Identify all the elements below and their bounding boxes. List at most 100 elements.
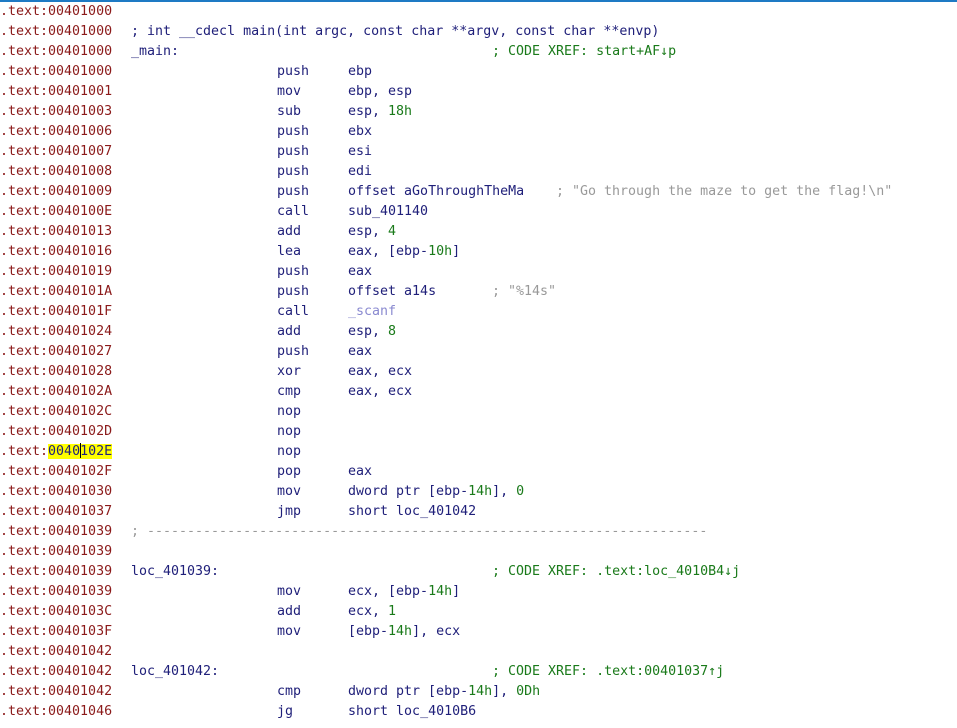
instruction-mnemonic[interactable]: nop	[277, 442, 301, 462]
instruction-operands[interactable]: eax	[348, 262, 372, 282]
instruction-mnemonic[interactable]: add	[277, 322, 301, 342]
disasm-line[interactable]: .text:00401024 add esp, 8	[0, 322, 957, 342]
disasm-line[interactable]: .text:00401007 push esi	[0, 142, 957, 162]
disasm-line[interactable]: .text:0040102D nop	[0, 422, 957, 442]
operand-token[interactable]: loc_401042	[396, 504, 476, 519]
instruction-operands[interactable]: eax, ecx	[348, 362, 412, 382]
instruction-mnemonic[interactable]: push	[277, 142, 309, 162]
line-address[interactable]: .text:0040101F	[0, 302, 112, 322]
disasm-line[interactable]: .text:00401000 ; int __cdecl main(int arg…	[0, 22, 957, 42]
line-address[interactable]: .text:0040102A	[0, 382, 112, 402]
line-address[interactable]: .text:00401008	[0, 162, 112, 182]
code-label[interactable]: loc_401042:	[131, 662, 219, 682]
instruction-operands[interactable]: [ebp-14h], ecx	[348, 622, 460, 642]
disasm-line[interactable]: .text:0040101A push offset a14s ; "%14s"	[0, 282, 957, 302]
instruction-operands[interactable]: offset a14s	[348, 282, 436, 302]
disasm-line[interactable]: .text:00401046 jg short loc_4010B6	[0, 702, 957, 722]
disasm-line[interactable]: .text:00401000 _main: ; CODE XREF: start+A…	[0, 42, 957, 62]
instruction-operands[interactable]: eax, [ebp-10h]	[348, 242, 460, 262]
disasm-line[interactable]: .text:0040102C nop	[0, 402, 957, 422]
disasm-line[interactable]: .text:00401009 push offset aGoThroughTheMa…	[0, 182, 957, 202]
instruction-mnemonic[interactable]: push	[277, 62, 309, 82]
instruction-operands[interactable]: _scanf	[348, 302, 396, 322]
instruction-operands[interactable]: esp, 18h	[348, 102, 412, 122]
disasm-line[interactable]: .text:00401042 loc_401042: ; CODE XREF: .t…	[0, 662, 957, 682]
line-address[interactable]: .text:00401042	[0, 662, 112, 682]
disasm-line[interactable]: .text:0040102F pop eax	[0, 462, 957, 482]
instruction-operands[interactable]: dword ptr [ebp-14h], 0Dh	[348, 682, 540, 702]
instruction-operands[interactable]: eax	[348, 342, 372, 362]
disasm-line[interactable]: .text:00401042	[0, 642, 957, 662]
disasm-line[interactable]: .text:00401008 push edi	[0, 162, 957, 182]
operand-token[interactable]: a14s	[404, 284, 436, 299]
disasm-line[interactable]: .text:0040103C add ecx, 1	[0, 602, 957, 622]
disasm-line[interactable]: .text:0040101F call _scanf	[0, 302, 957, 322]
instruction-mnemonic[interactable]: push	[277, 282, 309, 302]
line-address[interactable]: .text:00401000	[0, 62, 112, 82]
line-address[interactable]: .text:00401000	[0, 22, 112, 42]
instruction-mnemonic[interactable]: mov	[277, 82, 301, 102]
line-address[interactable]: .text:00401042	[0, 682, 112, 702]
disasm-line[interactable]: .text:00401000	[0, 2, 957, 22]
disassembly-listing[interactable]: .text:00401000 .text:00401000; int __cdec…	[0, 2, 957, 728]
instruction-mnemonic[interactable]: push	[277, 122, 309, 142]
instruction-mnemonic[interactable]: pop	[277, 462, 301, 482]
instruction-mnemonic[interactable]: call	[277, 202, 309, 222]
disasm-line[interactable]: .text:00401019 push eax	[0, 262, 957, 282]
instruction-mnemonic[interactable]: nop	[277, 402, 301, 422]
line-address[interactable]: .text:00401000	[0, 2, 112, 22]
instruction-mnemonic[interactable]: xor	[277, 362, 301, 382]
instruction-operands[interactable]: short loc_401042	[348, 502, 476, 522]
instruction-operands[interactable]: sub_401140	[348, 202, 428, 222]
line-address[interactable]: .text:00401000	[0, 42, 112, 62]
instruction-operands[interactable]: short loc_4010B6	[348, 702, 476, 722]
line-address[interactable]: .text:00401039	[0, 582, 112, 602]
instruction-operands[interactable]: ebx	[348, 122, 372, 142]
instruction-operands[interactable]: ebp, esp	[348, 82, 412, 102]
line-address[interactable]: .text:00401013	[0, 222, 112, 242]
instruction-operands[interactable]: dword ptr [ebp-14h], 0	[348, 482, 524, 502]
line-address[interactable]: .text:00401019	[0, 262, 112, 282]
instruction-mnemonic[interactable]: push	[277, 342, 309, 362]
disasm-line[interactable]: .text:00401006 push ebx	[0, 122, 957, 142]
disasm-line[interactable]: .text:00401039 ; ------------------------…	[0, 522, 957, 542]
line-address[interactable]: .text:0040103F	[0, 622, 112, 642]
code-label[interactable]: loc_401039:	[131, 562, 219, 582]
operand-token[interactable]: sub_401140	[348, 204, 428, 219]
instruction-operands[interactable]: eax	[348, 462, 372, 482]
cursor-highlighted-address[interactable]: 0040102E	[48, 443, 113, 459]
instruction-mnemonic[interactable]: cmp	[277, 682, 301, 702]
line-address[interactable]: .text:0040102E	[0, 442, 113, 462]
line-address[interactable]: .text:0040101A	[0, 282, 112, 302]
disasm-line[interactable]: .text:00401000 push ebp	[0, 62, 957, 82]
instruction-operands[interactable]: esp, 4	[348, 222, 396, 242]
disasm-line[interactable]: .text:00401042 cmp dword ptr [ebp-14h], 0D…	[0, 682, 957, 702]
instruction-operands[interactable]: ecx, 1	[348, 602, 396, 622]
line-address[interactable]: .text:00401009	[0, 182, 112, 202]
disasm-line[interactable]: .text:00401028 xor eax, ecx	[0, 362, 957, 382]
line-address[interactable]: .text:00401016	[0, 242, 112, 262]
instruction-operands[interactable]: esp, 8	[348, 322, 396, 342]
instruction-mnemonic[interactable]: jg	[277, 702, 293, 722]
line-address[interactable]: .text:00401028	[0, 362, 112, 382]
operand-token[interactable]: loc_4010B6	[396, 704, 476, 719]
line-address[interactable]: .text:0040100E	[0, 202, 112, 222]
instruction-operands[interactable]: ebp	[348, 62, 372, 82]
instruction-mnemonic[interactable]: push	[277, 182, 309, 202]
disasm-line[interactable]: .text:0040100E call sub_401140	[0, 202, 957, 222]
instruction-mnemonic[interactable]: sub	[277, 102, 301, 122]
instruction-mnemonic[interactable]: push	[277, 262, 309, 282]
disasm-line[interactable]: .text:0040102E nop	[0, 442, 957, 462]
line-address[interactable]: .text:00401039	[0, 542, 112, 562]
disasm-line[interactable]: .text:00401039	[0, 542, 957, 562]
instruction-operands[interactable]: edi	[348, 162, 372, 182]
disasm-line[interactable]: .text:00401030 mov dword ptr [ebp-14h], 0	[0, 482, 957, 502]
line-address[interactable]: .text:0040102D	[0, 422, 112, 442]
code-label[interactable]: _main:	[131, 42, 179, 62]
instruction-mnemonic[interactable]: mov	[277, 482, 301, 502]
disasm-line[interactable]: .text:00401039 loc_401039: ; CODE XREF: .t…	[0, 562, 957, 582]
disasm-line[interactable]: .text:00401027 push eax	[0, 342, 957, 362]
line-address[interactable]: .text:00401006	[0, 122, 112, 142]
instruction-mnemonic[interactable]: lea	[277, 242, 301, 262]
line-address[interactable]: .text:00401027	[0, 342, 112, 362]
